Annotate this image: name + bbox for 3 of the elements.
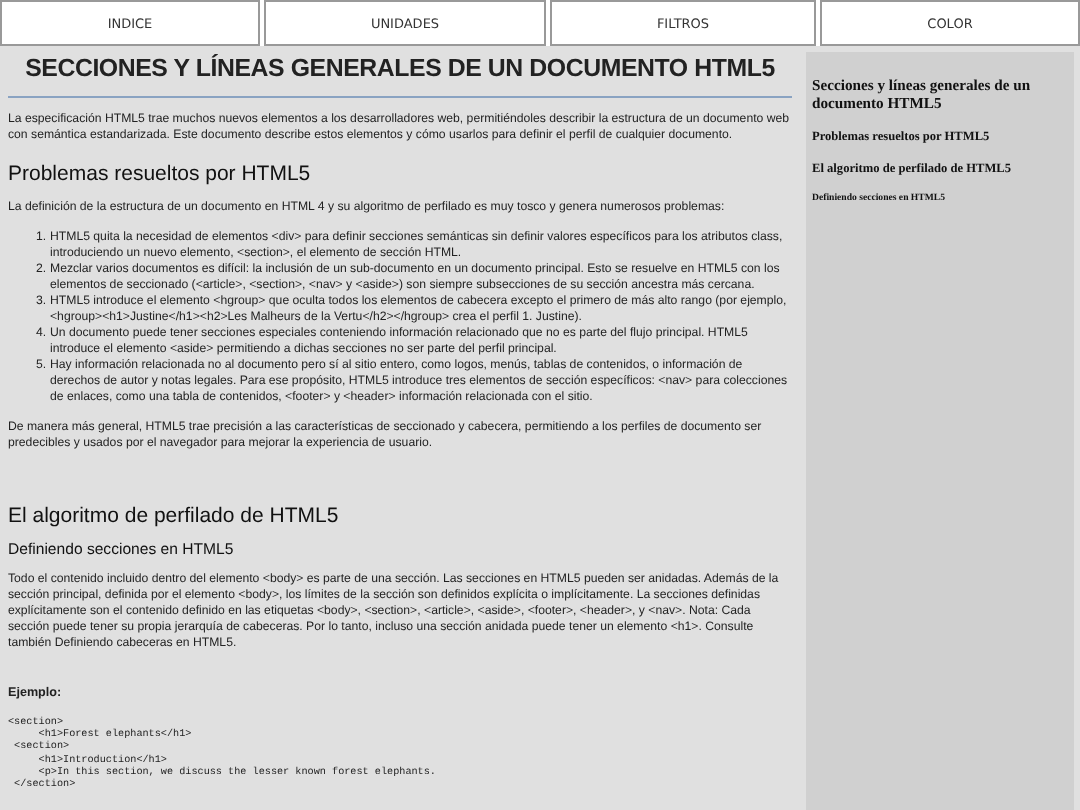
section-heading: Problemas resueltos por HTML5 xyxy=(8,162,313,186)
page-title: SECCIONES Y LÍNEAS GENERALES DE UN DOCUMENTO HTML5 xyxy=(8,54,792,98)
section-heading: El algoritmo de perfilado de HTML5 xyxy=(8,504,341,528)
